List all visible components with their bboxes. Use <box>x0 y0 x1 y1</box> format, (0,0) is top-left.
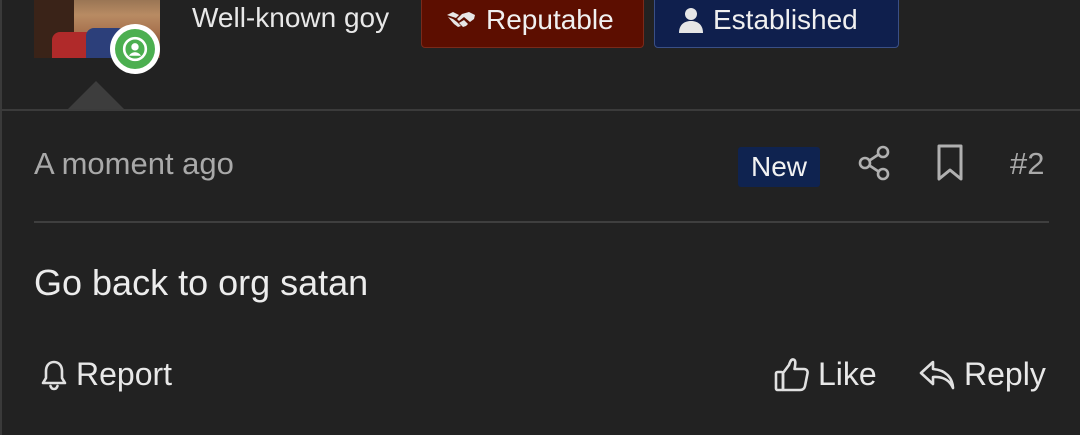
report-button[interactable]: Report <box>40 356 172 393</box>
avatar-pointer-caret <box>66 81 126 111</box>
thumbs-up-icon <box>774 357 810 393</box>
like-button[interactable]: Like <box>774 356 877 393</box>
user-title: Well-known goy <box>192 2 390 33</box>
reply-label: Reply <box>964 356 1046 392</box>
user-icon <box>679 7 703 33</box>
post-message: Go back to org satan <box>34 262 369 303</box>
online-status-icon <box>110 24 160 74</box>
meta-divider <box>34 221 1049 223</box>
post-user-header: Well-known goy Reputable Established <box>0 0 1080 111</box>
report-label: Report <box>76 356 173 392</box>
like-label: Like <box>818 356 877 392</box>
post-number-link[interactable]: #2 <box>1010 146 1044 182</box>
reply-arrow-icon <box>918 359 956 391</box>
post-timestamp[interactable]: A moment ago <box>34 146 234 182</box>
badge-reputable-label: Reputable <box>486 4 614 35</box>
user-online-icon <box>122 36 148 62</box>
handshake-icon <box>446 9 476 31</box>
badge-established-label: Established <box>713 4 858 35</box>
reply-button[interactable]: Reply <box>918 356 1046 393</box>
header-divider <box>0 109 1080 111</box>
share-icon[interactable] <box>856 145 892 181</box>
bookmark-icon[interactable] <box>933 143 967 183</box>
bell-icon <box>40 359 68 391</box>
new-badge: New <box>738 147 820 187</box>
badge-established: Established <box>654 0 899 48</box>
badge-reputable: Reputable <box>421 0 644 48</box>
